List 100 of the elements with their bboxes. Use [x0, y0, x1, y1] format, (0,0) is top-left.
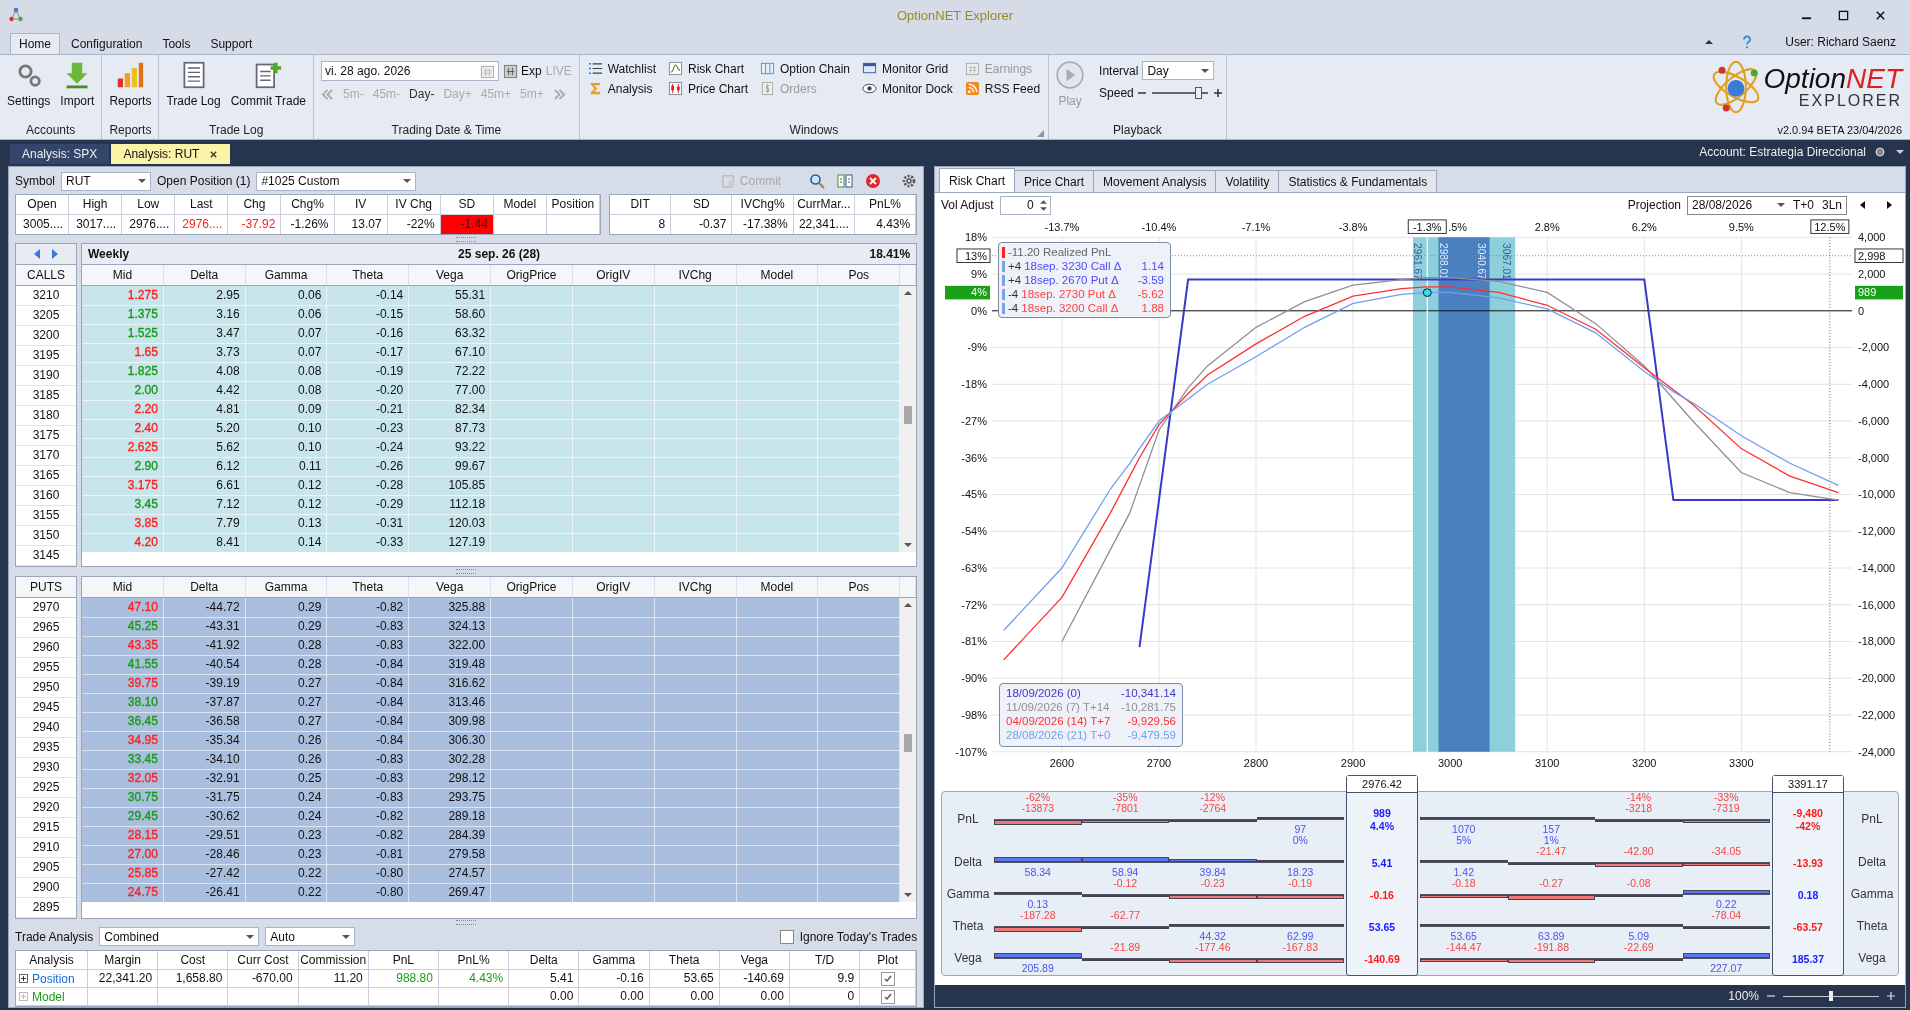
table-cell: 27.00: [127, 846, 158, 861]
spinner-arrows-icon: [1039, 198, 1047, 212]
projection-date-dropdown[interactable]: 28/08/2026 T+0 3Ln: [1687, 195, 1847, 215]
scrollbar-thumb[interactable]: [904, 406, 913, 424]
scroll-down-icon[interactable]: [904, 542, 913, 549]
ribbon-button[interactable]: Commit Trade: [227, 59, 310, 110]
settings-icon[interactable]: [901, 173, 918, 189]
compare-icon[interactable]: [837, 173, 854, 189]
plus-icon[interactable]: [1213, 89, 1222, 97]
column-header: IV Chg: [387, 195, 441, 216]
collapse-caret-icon[interactable]: [1704, 37, 1715, 47]
symbol-dropdown[interactable]: RUT: [61, 171, 151, 191]
axis-label: -12,000: [1858, 525, 1896, 538]
column-header: Model: [493, 195, 547, 216]
tooltip-date: 11/09/2026 (7) T+14: [1006, 701, 1110, 715]
zoom-out-icon[interactable]: [1767, 992, 1775, 1000]
ribbon-button[interactable]: Settings: [4, 59, 54, 110]
minus-icon[interactable]: [1137, 89, 1146, 97]
ribbon-button[interactable]: Reports: [106, 59, 155, 110]
chart-tab[interactable]: Movement Analysis: [1093, 170, 1217, 192]
position-dropdown[interactable]: #1025 Custom: [256, 171, 417, 191]
menu-tab[interactable]: Tools: [153, 33, 200, 54]
table-cell: 0.23: [245, 825, 328, 846]
close-icon[interactable]: [209, 149, 219, 159]
table-cell: 3.45: [134, 497, 158, 512]
greek-value: 205.89: [1021, 963, 1054, 974]
tooltip-value: -10,281.75: [1121, 701, 1176, 715]
checkbox[interactable]: [779, 929, 794, 944]
scroll-up-icon[interactable]: [904, 601, 913, 608]
column-header: Chg: [228, 195, 282, 216]
scroll-down-icon[interactable]: [904, 891, 913, 898]
row-name[interactable]: Position: [32, 971, 75, 986]
ribbon-button[interactable]: Trade Log: [163, 59, 224, 110]
document-tab[interactable]: Analysis: RUT: [111, 144, 231, 164]
search-icon[interactable]: [809, 173, 826, 189]
chart-tab[interactable]: Risk Chart: [939, 168, 1015, 192]
ribbon-button[interactable]: Monitor Dock: [862, 81, 953, 96]
slider-thumb[interactable]: [1829, 991, 1833, 1001]
step-button[interactable]: Day-: [409, 87, 435, 101]
document-tab[interactable]: Analysis: SPX: [10, 144, 110, 164]
ribbon-button[interactable]: Monitor Grid: [862, 61, 953, 76]
close-icon[interactable]: [1875, 9, 1886, 21]
splitter-grip[interactable]: [456, 236, 477, 242]
ribbon-button[interactable]: Import: [57, 59, 98, 110]
greek-value: 0.22: [1716, 899, 1737, 910]
scrollbar[interactable]: [900, 597, 917, 902]
axis-label: 2.8%: [1534, 220, 1560, 233]
ribbon-button[interactable]: Analysis: [587, 81, 656, 96]
greek-value: 0.18: [1797, 888, 1819, 902]
ribbon-button[interactable]: Watchlist: [587, 61, 656, 76]
table-cell: 313.46: [409, 692, 492, 713]
expand-icon[interactable]: [19, 974, 28, 983]
ribbon-button[interactable]: Price Chart: [667, 81, 748, 96]
ribbon-button[interactable]: Risk Chart: [667, 61, 748, 76]
slider-thumb[interactable]: [1195, 87, 1203, 99]
menu-tab[interactable]: Home: [10, 33, 60, 54]
column-header: OrigIV: [572, 265, 655, 286]
interval-dropdown[interactable]: Day: [1142, 61, 1215, 80]
column-header: Gamma: [245, 265, 328, 286]
bar-chart-icon: [116, 61, 145, 89]
scale-dropdown[interactable]: Auto: [265, 927, 356, 947]
chart-tab[interactable]: Volatility: [1215, 170, 1280, 192]
scroll-up-icon[interactable]: [904, 290, 913, 297]
ribbon-button[interactable]: RSS Feed: [964, 81, 1041, 96]
column-header: Gamma: [245, 576, 328, 597]
menu-tab[interactable]: Configuration: [62, 33, 152, 54]
leg-delta: -3.59: [1136, 274, 1164, 286]
vol-adjust-spinner[interactable]: 0: [999, 195, 1051, 215]
analysis-mode-dropdown[interactable]: Combined: [99, 927, 260, 947]
dialog-launcher-icon[interactable]: [1037, 130, 1045, 137]
table-cell: 8.41: [163, 533, 246, 554]
plot-checkbox[interactable]: [880, 971, 895, 986]
row-name[interactable]: Model: [32, 989, 65, 1004]
scrollbar-thumb[interactable]: [904, 734, 913, 753]
table-cell: 322.00: [409, 635, 492, 656]
greek-value: -22.69: [1623, 942, 1654, 953]
date-field[interactable]: vi. 28 ago. 2026: [321, 61, 500, 81]
previous-arrow-icon[interactable]: [1858, 200, 1868, 210]
menu-tab[interactable]: Support: [201, 33, 262, 54]
plot-checkbox[interactable]: [880, 989, 895, 1004]
exp-button[interactable]: Exp: [503, 63, 542, 79]
leg-quantity: -4: [1008, 288, 1019, 300]
strike-cell: 2930: [16, 757, 76, 778]
realized-pnl-text: -11.20 Realized PnL: [1008, 246, 1112, 258]
maximize-icon[interactable]: [1838, 9, 1849, 21]
leg-quantity: +4: [1008, 260, 1022, 272]
chart-tab[interactable]: Statistics & Fundamentals: [1278, 170, 1438, 192]
next-arrow-icon[interactable]: [1884, 200, 1894, 210]
greek-value: -0.08: [1626, 878, 1651, 889]
zoom-in-icon[interactable]: [1887, 992, 1895, 1000]
splitter-grip[interactable]: [456, 920, 477, 926]
help-icon[interactable]: [1741, 35, 1754, 49]
scrollbar[interactable]: [900, 286, 917, 553]
band-label: 2988.01: [1437, 243, 1449, 280]
dropdown-caret-icon[interactable]: [1895, 147, 1905, 157]
group-title: Playback: [1113, 122, 1162, 139]
quote-cell: -1.26%: [281, 215, 335, 235]
chart-tab[interactable]: Price Chart: [1014, 170, 1095, 192]
ribbon-button[interactable]: Option Chain: [760, 61, 851, 76]
splitter-grip[interactable]: [456, 568, 477, 574]
